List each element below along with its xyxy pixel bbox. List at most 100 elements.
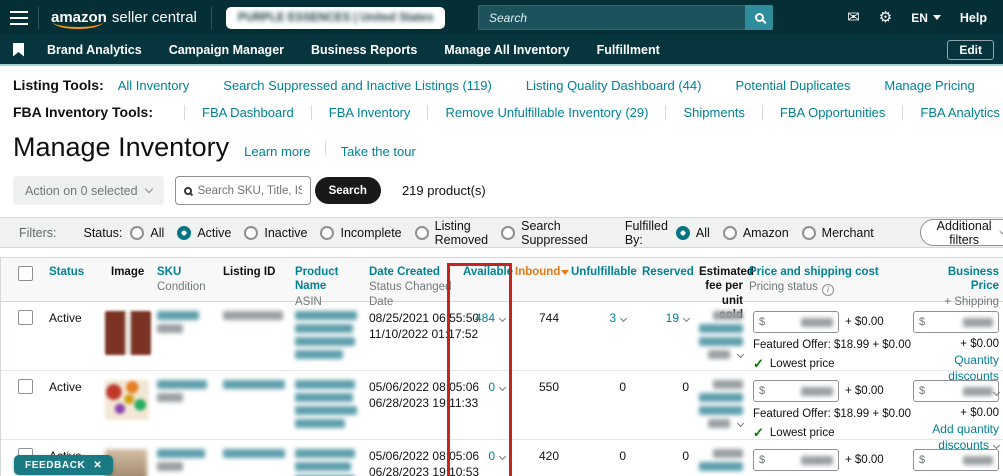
- business-plus-shipping: + $0.00: [960, 406, 999, 421]
- available-value: 0: [488, 449, 495, 463]
- col-unfulfillable[interactable]: Unfulfillable: [571, 265, 634, 279]
- link-fba-opportunities[interactable]: FBA Opportunities: [780, 105, 886, 120]
- action-toolbar: Action on 0 selected Search 219 product(…: [0, 176, 1003, 205]
- reserved-cell: 0: [636, 440, 691, 476]
- radio-icon: [676, 226, 690, 240]
- nav-item-manage-all-inventory[interactable]: Manage All Inventory: [444, 43, 569, 57]
- business-price-input[interactable]: $: [913, 311, 999, 333]
- sku-search-input[interactable]: [198, 185, 302, 197]
- price-input[interactable]: $: [753, 449, 839, 471]
- nav-item-campaign-manager[interactable]: Campaign Manager: [169, 43, 284, 57]
- col-price-shipping[interactable]: Price and shipping cost: [749, 265, 907, 279]
- table-row: Active 05/06/2022 08:05:06 06/28/2023 19…: [1, 371, 1003, 440]
- link-fba-dashboard[interactable]: FBA Dashboard: [202, 105, 294, 120]
- status-filter-search-suppressed[interactable]: Search Suppressed: [501, 219, 588, 247]
- currency-symbol: $: [919, 453, 925, 467]
- edit-button[interactable]: Edit: [947, 40, 994, 60]
- inventory-table: Status Image SKU Condition Listing ID Pr…: [0, 257, 1003, 476]
- listing-tools-row: Listing Tools: All Inventory Search Supp…: [0, 77, 1003, 93]
- link-manage-pricing[interactable]: Manage Pricing: [884, 78, 974, 93]
- product-image[interactable]: [105, 311, 151, 355]
- available-cell[interactable]: 0: [455, 440, 507, 476]
- radio-icon: [177, 226, 191, 240]
- link-remove-unfulfillable[interactable]: Remove Unfulfillable Inventory (29): [445, 105, 648, 120]
- status-filter-inactive[interactable]: Inactive: [244, 226, 307, 240]
- link-listing-quality[interactable]: Listing Quality Dashboard (44): [526, 78, 702, 93]
- business-price-input[interactable]: $: [913, 380, 999, 402]
- nav-item-brand-analytics[interactable]: Brand Analytics: [47, 43, 142, 57]
- link-all-inventory[interactable]: All Inventory: [118, 78, 190, 93]
- col-inbound[interactable]: Inbound: [515, 265, 559, 279]
- row-checkbox[interactable]: [18, 310, 33, 325]
- page-title: Manage Inventory: [13, 132, 229, 163]
- price-input[interactable]: $: [753, 311, 839, 333]
- col-product-name[interactable]: Product Name: [295, 265, 359, 294]
- brand-seller-central: seller central: [112, 9, 197, 26]
- business-price-input[interactable]: $: [913, 449, 999, 471]
- status-changed-date: 06/28/2023 19:11:33: [369, 396, 453, 412]
- sku-search-box: [175, 176, 311, 205]
- product-name-cell[interactable]: [287, 440, 361, 476]
- close-icon[interactable]: ✕: [93, 460, 102, 471]
- date-created: 08/25/2021 06:55:50: [369, 311, 453, 327]
- status-filter-label: Status:: [84, 226, 123, 240]
- info-icon[interactable]: i: [822, 284, 834, 296]
- help-link[interactable]: Help: [960, 11, 987, 25]
- currency-symbol: $: [919, 384, 925, 398]
- radio-icon: [320, 226, 334, 240]
- status-filter-active[interactable]: Active: [177, 226, 231, 240]
- link-potential-duplicates[interactable]: Potential Duplicates: [735, 78, 850, 93]
- radio-label: Merchant: [822, 226, 874, 240]
- row-checkbox[interactable]: [18, 379, 33, 394]
- select-all-checkbox[interactable]: [18, 266, 33, 281]
- global-search-button[interactable]: [745, 5, 773, 30]
- fulfilled-filter-all[interactable]: All: [676, 226, 710, 240]
- currency-symbol: $: [919, 315, 925, 329]
- business-plus-shipping: + $0.00: [960, 337, 999, 352]
- fulfilled-filter-amazon[interactable]: Amazon: [723, 226, 789, 240]
- take-the-tour-link[interactable]: Take the tour: [341, 144, 416, 159]
- chevron-down-icon: [737, 350, 744, 357]
- language-selector[interactable]: EN: [911, 11, 941, 25]
- col-reserved[interactable]: Reserved: [642, 265, 689, 279]
- brand-logo[interactable]: amazon seller central: [39, 9, 211, 26]
- redacted-sku: [157, 311, 199, 320]
- col-date-created[interactable]: Date Created: [369, 265, 453, 279]
- gear-icon[interactable]: ⚙: [879, 10, 892, 25]
- col-condition: Condition: [157, 280, 213, 294]
- date-created: 05/06/2022 08:05:06: [369, 380, 453, 396]
- col-sku[interactable]: SKU: [157, 265, 213, 279]
- radio-label: Amazon: [743, 226, 789, 240]
- link-fba-analytics[interactable]: FBA Analytics: [920, 105, 999, 120]
- link-search-suppressed[interactable]: Search Suppressed and Inactive Listings …: [223, 78, 492, 93]
- nav-item-business-reports[interactable]: Business Reports: [311, 43, 417, 57]
- bookmark-icon[interactable]: [13, 43, 24, 57]
- chevron-down-icon: [144, 185, 152, 193]
- col-business-price[interactable]: Business Price: [917, 265, 999, 294]
- price-input[interactable]: $: [753, 380, 839, 402]
- redacted-condition: [157, 324, 183, 333]
- product-image[interactable]: [105, 380, 149, 420]
- secondary-nav: Brand Analytics Campaign Manager Busines…: [0, 35, 1003, 66]
- hamburger-menu-icon[interactable]: [0, 11, 38, 25]
- learn-more-link[interactable]: Learn more: [244, 144, 310, 159]
- search-button[interactable]: Search: [315, 177, 381, 204]
- status-filter-all[interactable]: All: [130, 226, 164, 240]
- link-shipments[interactable]: Shipments: [683, 105, 744, 120]
- divider: [211, 7, 212, 29]
- additional-filters-button[interactable]: Additional filters: [920, 219, 1003, 246]
- lowest-price-label: Lowest price: [770, 426, 835, 441]
- status-filter-incomplete[interactable]: Incomplete: [320, 226, 401, 240]
- col-available[interactable]: Available: [463, 265, 505, 279]
- lowest-price-label: Lowest price: [770, 357, 835, 372]
- nav-item-fulfillment[interactable]: Fulfillment: [597, 43, 660, 57]
- mail-icon[interactable]: ✉: [847, 10, 860, 25]
- global-search-input[interactable]: [478, 5, 745, 30]
- col-status[interactable]: Status: [49, 265, 101, 279]
- feedback-button[interactable]: FEEDBACK ✕: [14, 455, 113, 475]
- status-filter-listing-removed[interactable]: Listing Removed: [415, 219, 489, 247]
- fulfilled-filter-merchant[interactable]: Merchant: [802, 226, 874, 240]
- account-selector[interactable]: PURPLE ESSENCES | United States: [226, 7, 446, 29]
- action-dropdown[interactable]: Action on 0 selected: [13, 176, 164, 205]
- link-fba-inventory[interactable]: FBA Inventory: [329, 105, 411, 120]
